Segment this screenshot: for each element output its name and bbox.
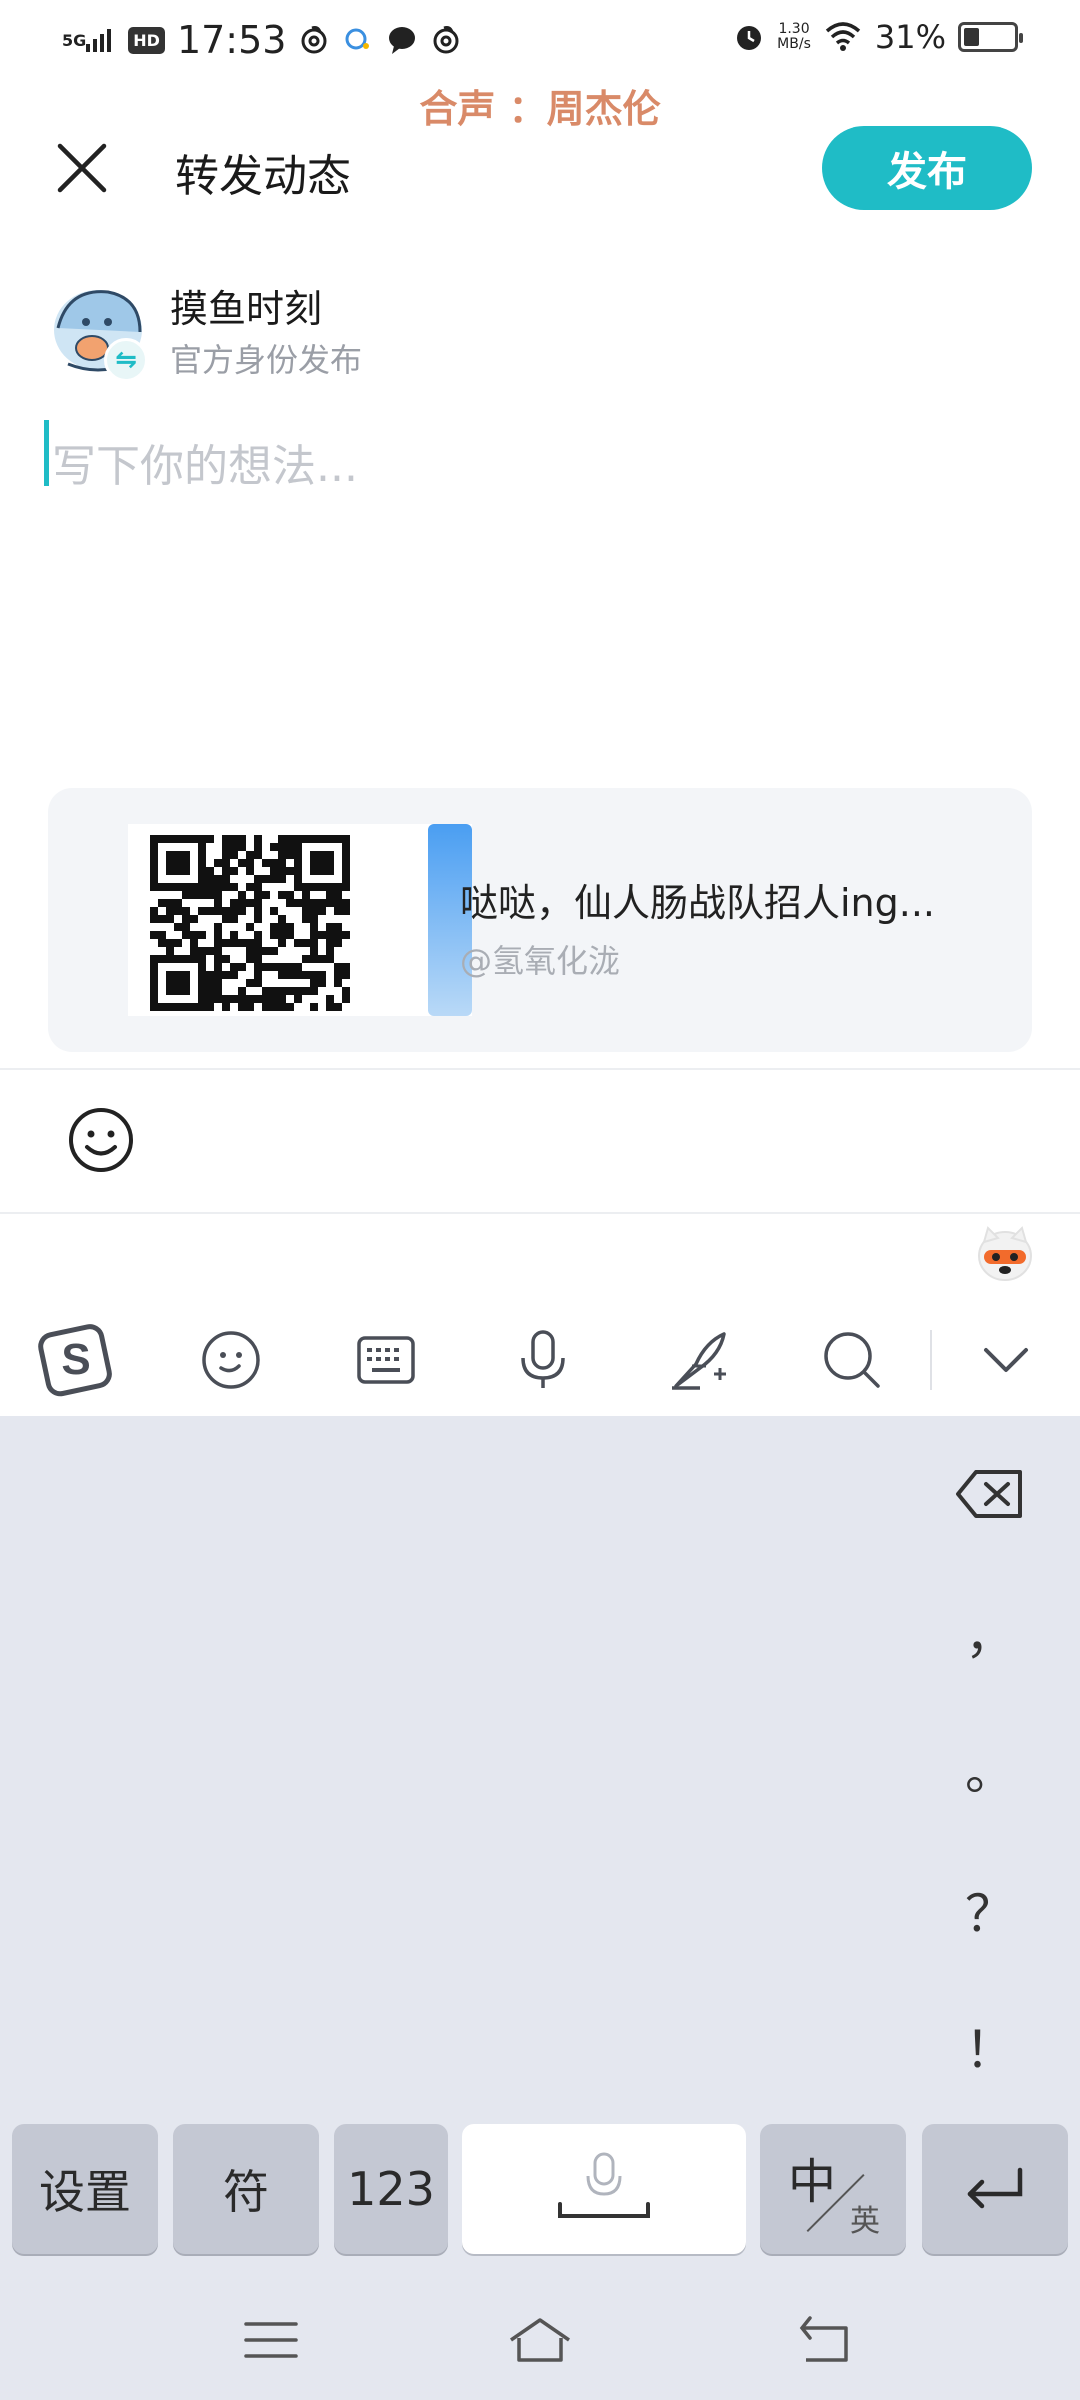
network-type: 5G — [62, 30, 87, 50]
search-icon[interactable] — [812, 1320, 892, 1400]
message-icon — [389, 27, 416, 54]
svg-text:S: S — [61, 1335, 90, 1384]
numbers-key[interactable]: 123 — [334, 2124, 448, 2254]
lang-key-divider — [751, 2118, 865, 2232]
home-nav-icon[interactable] — [505, 2310, 575, 2370]
status-left: 5G HD 17:53 — [62, 18, 462, 62]
enter-key[interactable] — [922, 2124, 1068, 2254]
punct-question-key[interactable]: ？ — [960, 1874, 1020, 1946]
sogou-logo-icon[interactable]: S — [36, 1320, 116, 1400]
clock: 17:53 — [176, 18, 287, 62]
signal-icon — [86, 29, 112, 52]
emoji-icon[interactable] — [66, 1105, 136, 1175]
ime-mascot-icon[interactable] — [976, 1222, 1034, 1284]
publish-button[interactable]: 发布 — [822, 126, 1032, 210]
wifi-icon — [825, 22, 861, 51]
divider — [0, 1212, 1080, 1214]
punct-comma-key[interactable]: ， — [960, 1596, 1020, 1668]
back-nav-icon[interactable] — [790, 2310, 860, 2370]
compose-placeholder: 写下你的想法... — [52, 441, 358, 492]
shared-post-card[interactable]: 哒哒，仙人肠战队招人ing... @氢氧化泷 — [48, 788, 1032, 1052]
lang-key-english: 英 — [850, 2204, 880, 2239]
shared-post-title: 哒哒，仙人肠战队招人ing... — [460, 881, 936, 925]
account-name: 摸鱼时刻 — [170, 287, 323, 331]
status-bar: 5G HD 17:53 1.30 MB/s 31% — [0, 0, 1080, 82]
language-switch-key[interactable]: 中 英 — [751, 2118, 906, 2254]
settings-key[interactable]: 设置 — [12, 2124, 158, 2254]
toolbar-separator — [930, 1330, 932, 1390]
alarm-icon — [737, 26, 762, 50]
close-icon[interactable] — [52, 138, 112, 198]
space-mic-icon — [558, 2152, 650, 2218]
keyboard-icon[interactable] — [346, 1320, 426, 1400]
ime-emoji-icon[interactable] — [191, 1320, 271, 1400]
chat-bubble-icon — [345, 28, 370, 50]
text-caret — [44, 420, 49, 486]
backspace-icon[interactable] — [954, 1466, 1026, 1522]
compose-input[interactable]: 写下你的想法... — [44, 420, 1034, 492]
hd-badge: HD — [128, 26, 165, 54]
navigation-bar — [0, 2280, 1080, 2400]
account-identity-note: 官方身份发布 — [170, 341, 363, 379]
netease-music-icon — [301, 26, 327, 54]
battery-icon — [958, 22, 1023, 52]
enter-icon — [967, 2167, 1023, 2209]
battery-percent: 31% — [874, 18, 946, 56]
repost-badge-icon: ⇋ — [104, 338, 148, 382]
symbols-key[interactable]: 符 — [173, 2124, 319, 2254]
ime-toolbar: S — [0, 1300, 1080, 1416]
status-right: 1.30 MB/s 31% — [733, 18, 1023, 56]
punct-period-key[interactable]: 。 — [960, 1732, 1020, 1804]
punct-exclaim-key[interactable]: ！ — [960, 2010, 1020, 2082]
menu-nav-icon[interactable] — [236, 2310, 306, 2370]
handwriting-icon[interactable] — [658, 1320, 738, 1400]
divider — [0, 1068, 1080, 1070]
network-speed: 1.30 MB/s — [777, 21, 811, 52]
page-title: 转发动态 — [175, 151, 351, 202]
collapse-keyboard-icon[interactable] — [966, 1320, 1046, 1400]
shared-post-author[interactable]: @氢氧化泷 — [460, 936, 620, 982]
qr-code-image — [150, 835, 350, 1011]
space-key[interactable] — [462, 2124, 746, 2254]
voice-input-icon[interactable] — [503, 1320, 583, 1400]
post-thumbnail — [128, 824, 472, 1016]
netease-music-icon-2 — [433, 26, 459, 54]
lyric-overlay: 合声 ：周杰伦 — [419, 87, 661, 131]
